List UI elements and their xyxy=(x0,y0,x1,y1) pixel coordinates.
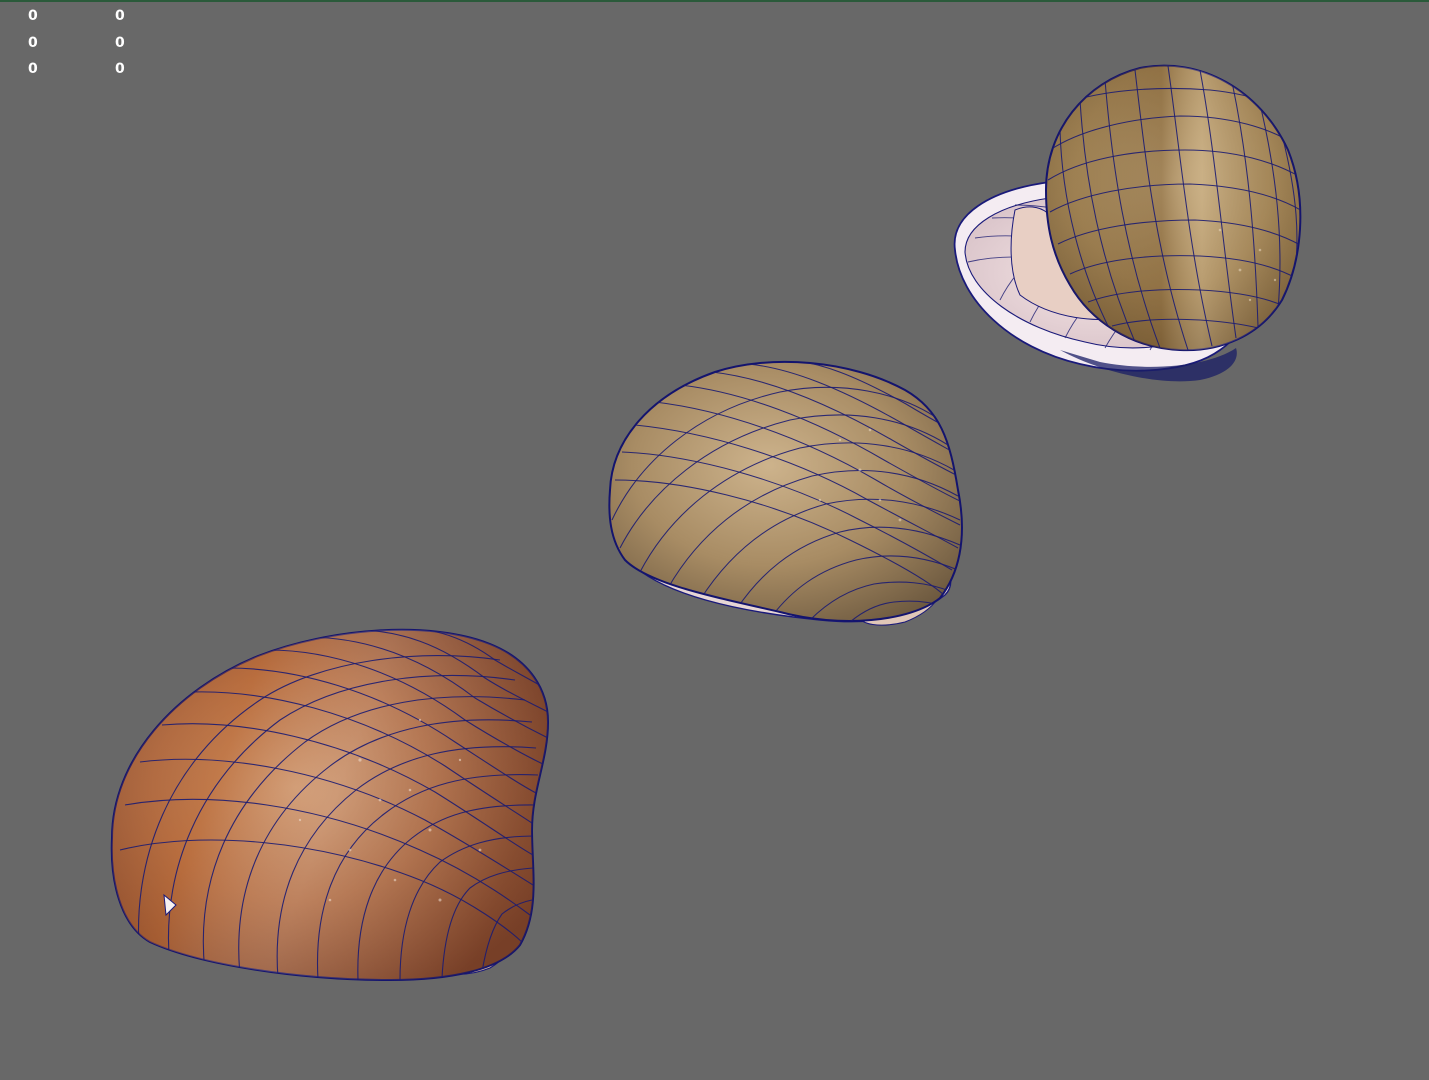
clam-shell-large[interactable] xyxy=(100,620,560,990)
scene-render xyxy=(100,60,1310,990)
clam-shell-medium[interactable] xyxy=(608,360,963,626)
3d-viewport[interactable]: 0 0 0 0 0 0 xyxy=(0,0,1429,1080)
clam-shell-open[interactable] xyxy=(953,60,1310,382)
